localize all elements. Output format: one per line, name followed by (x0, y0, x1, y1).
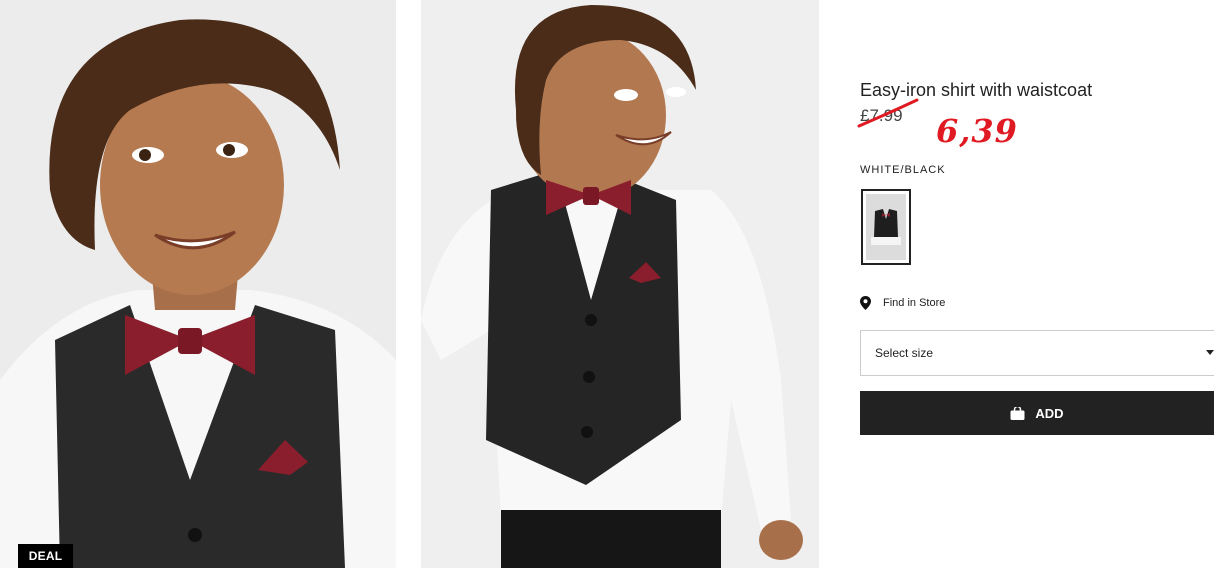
find-in-store-link[interactable]: Find in Store (860, 296, 945, 310)
size-dropdown[interactable]: Select size (860, 330, 1214, 376)
color-name: WHITE/BLACK (860, 164, 946, 176)
deal-badge: DEAL (18, 544, 73, 568)
discounted-price: 6,39 (936, 112, 1018, 150)
boy-closeup-illustration (0, 0, 396, 568)
map-pin-icon (860, 296, 871, 310)
add-to-bag-button[interactable]: ADD (860, 391, 1214, 435)
chevron-down-icon (1206, 350, 1214, 355)
original-price: £7.99 (860, 106, 903, 125)
add-button-label: ADD (1035, 405, 1064, 421)
product-title: Easy-iron shirt with waistcoat (860, 80, 1093, 100)
shopping-bag-icon (1010, 406, 1025, 420)
size-dropdown-label: Select size (875, 346, 934, 360)
product-details-panel: Easy-iron shirt with waistcoat £7.99 6,3… (857, 0, 1214, 568)
boy-fullbody-illustration (421, 0, 819, 568)
product-image-1[interactable]: DEAL (0, 0, 396, 568)
find-in-store-label: Find in Store (883, 297, 946, 309)
swatch-thumbnail (866, 194, 906, 260)
product-image-2[interactable] (421, 0, 819, 568)
waistcoat-thumbnail-icon (871, 209, 901, 245)
color-swatch-white-black[interactable] (861, 189, 911, 265)
